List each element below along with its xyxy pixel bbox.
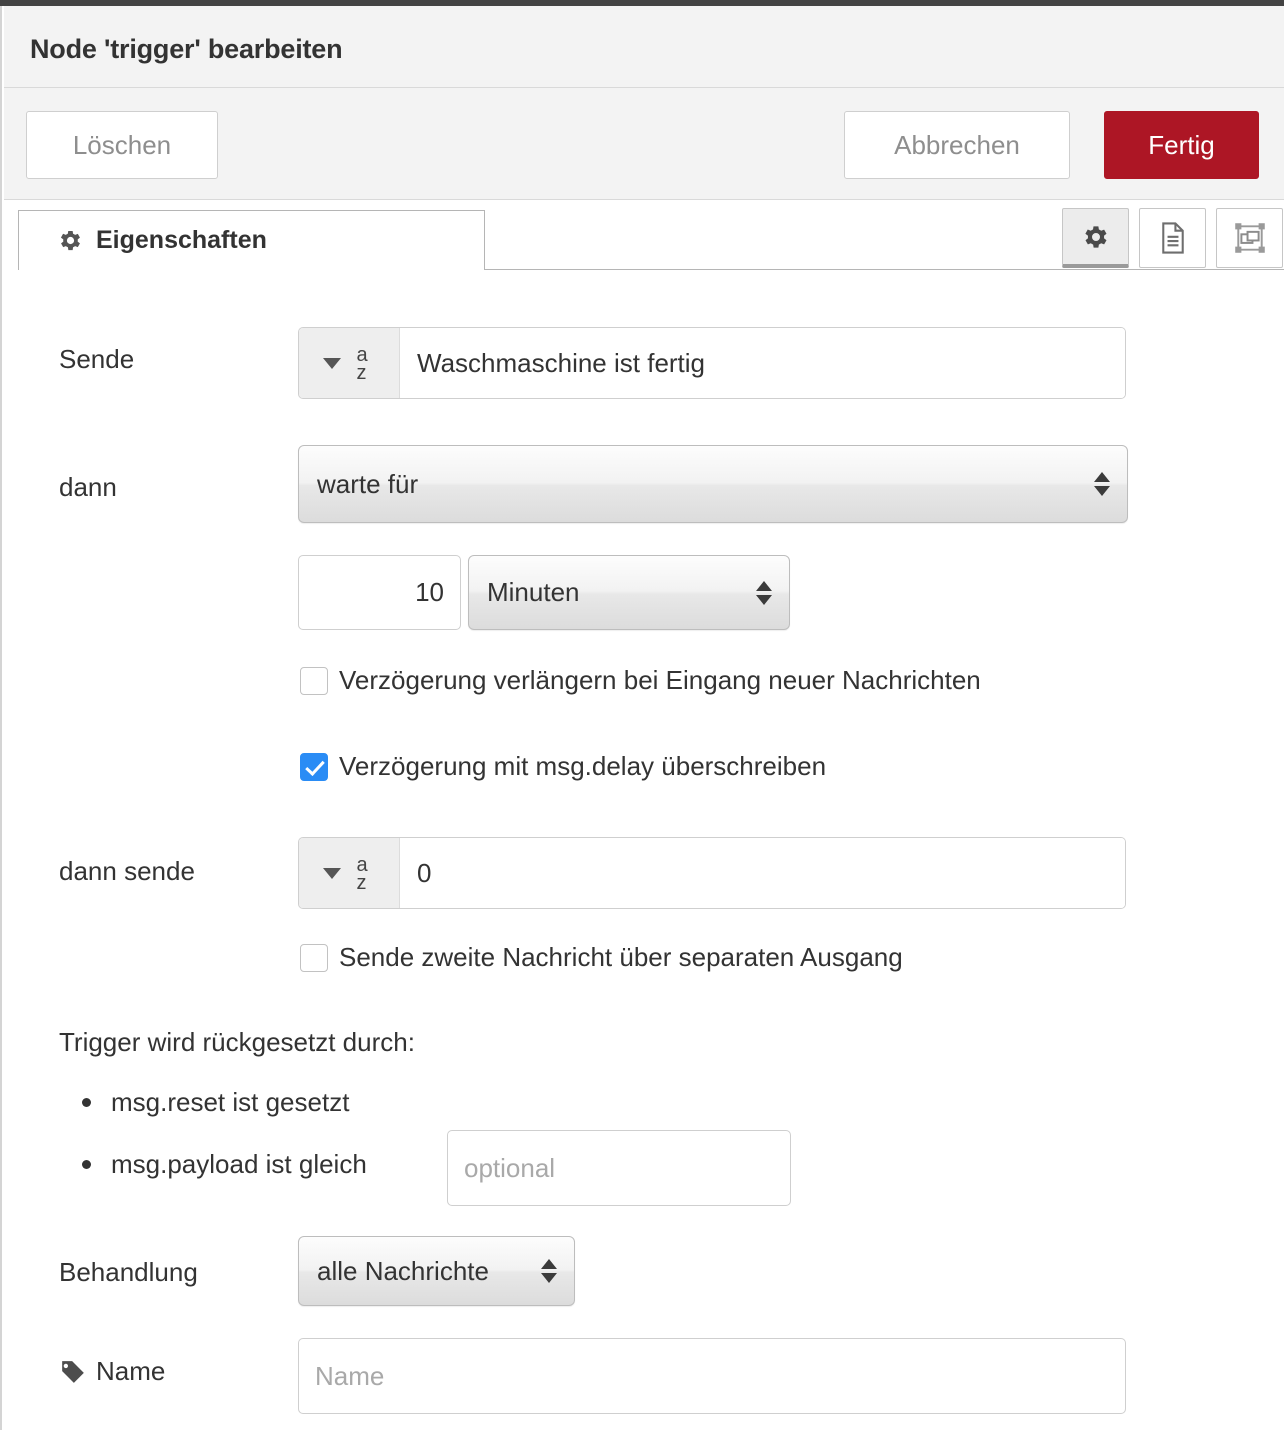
checkbox-box-icon[interactable] [300,943,328,972]
gear-icon [57,227,84,254]
gear-icon [1084,225,1106,248]
chevron-down-icon [322,867,341,879]
bullet-icon [82,1098,91,1107]
reset-list-item-1: msg.payload ist gleich [82,1149,367,1180]
tab-properties-label: Eigenschaften [96,226,267,254]
duration-unit-select[interactable]: Minuten [468,555,790,630]
then-send-value[interactable]: 0 [400,838,1125,908]
cancel-button[interactable]: Abbrechen [844,111,1070,179]
send-typed-input[interactable]: az Waschmaschine ist fertig [298,327,1126,399]
checkbox-override-delay[interactable]: Verzögerung mit msg.delay überschreiben [300,751,826,782]
properties-form: Sende az Waschmaschine ist fertig dann w… [4,272,1284,1430]
duration-unit-value: Minuten [487,577,580,607]
bullet-icon [82,1160,91,1169]
dialog-button-bar: Löschen Abbrechen Fertig [4,88,1284,200]
checkbox-second-output-label: Sende zweite Nachricht über separaten Au… [339,942,903,972]
checkbox-override-delay-label: Verzögerung mit msg.delay überschreiben [339,751,827,781]
dialog-header: Node 'trigger' bearbeiten [4,6,1284,88]
node-appearance-icon [1234,223,1265,253]
description-icon-button[interactable] [1139,208,1206,268]
then-send-typed-input[interactable]: az 0 [298,837,1126,909]
handling-value: alle Nachrichte [317,1255,489,1286]
document-icon [1161,222,1184,254]
duration-value-input[interactable] [298,555,461,630]
string-type-az-icon: az [356,344,368,384]
label-name-wrap: Name [60,1356,165,1387]
appearance-icon-button[interactable] [1216,208,1283,268]
reset-list-item-0-label: msg.reset ist gesetzt [111,1087,350,1117]
checkbox-second-output[interactable]: Sende zweite Nachricht über separaten Au… [300,942,903,973]
reset-section-title: Trigger wird rückgesetzt durch: [59,1027,415,1057]
tab-properties[interactable]: Eigenschaften [18,210,485,270]
reset-list-item-1-label: msg.payload ist gleich [111,1149,367,1179]
select-arrows-icon [1085,472,1119,496]
done-button[interactable]: Fertig [1104,111,1259,179]
handling-select[interactable]: alle Nachrichte [298,1236,575,1306]
label-handling: Behandlung [59,1257,198,1287]
dialog-tab-bar: Eigenschaften [4,200,1284,272]
string-type-az-icon: az [356,854,368,894]
chevron-down-icon [322,357,341,369]
then-action-value: warte für [317,468,419,499]
checkbox-box-icon[interactable] [300,666,328,695]
select-arrows-icon [747,580,781,605]
label-then: dann [59,472,117,502]
send-type-selector[interactable]: az [299,328,400,398]
then-send-type-selector[interactable]: az [299,838,400,908]
checkbox-extend-delay[interactable]: Verzögerung verlängern bei Eingang neuer… [300,665,981,696]
page-title: Node 'trigger' bearbeiten [30,34,343,64]
reset-payload-input[interactable] [447,1130,791,1206]
node-edit-dialog: Node 'trigger' bearbeiten Löschen Abbrec… [0,6,1284,1430]
label-send: Sende [59,344,135,374]
select-arrows-icon [532,1259,566,1283]
send-value[interactable]: Waschmaschine ist fertig [400,328,1125,398]
checkbox-box-checked-icon[interactable] [300,752,328,781]
label-then-send: dann sende [59,856,195,886]
then-action-select[interactable]: warte für [298,445,1128,523]
checkbox-extend-delay-label: Verzögerung verlängern bei Eingang neuer… [339,665,981,695]
label-name: Name [96,1356,166,1386]
reset-list-item-0: msg.reset ist gesetzt [82,1087,349,1118]
name-input[interactable] [298,1338,1126,1414]
delete-button[interactable]: Löschen [26,111,218,179]
properties-icon-button[interactable] [1062,208,1129,268]
tag-icon [60,1359,86,1385]
